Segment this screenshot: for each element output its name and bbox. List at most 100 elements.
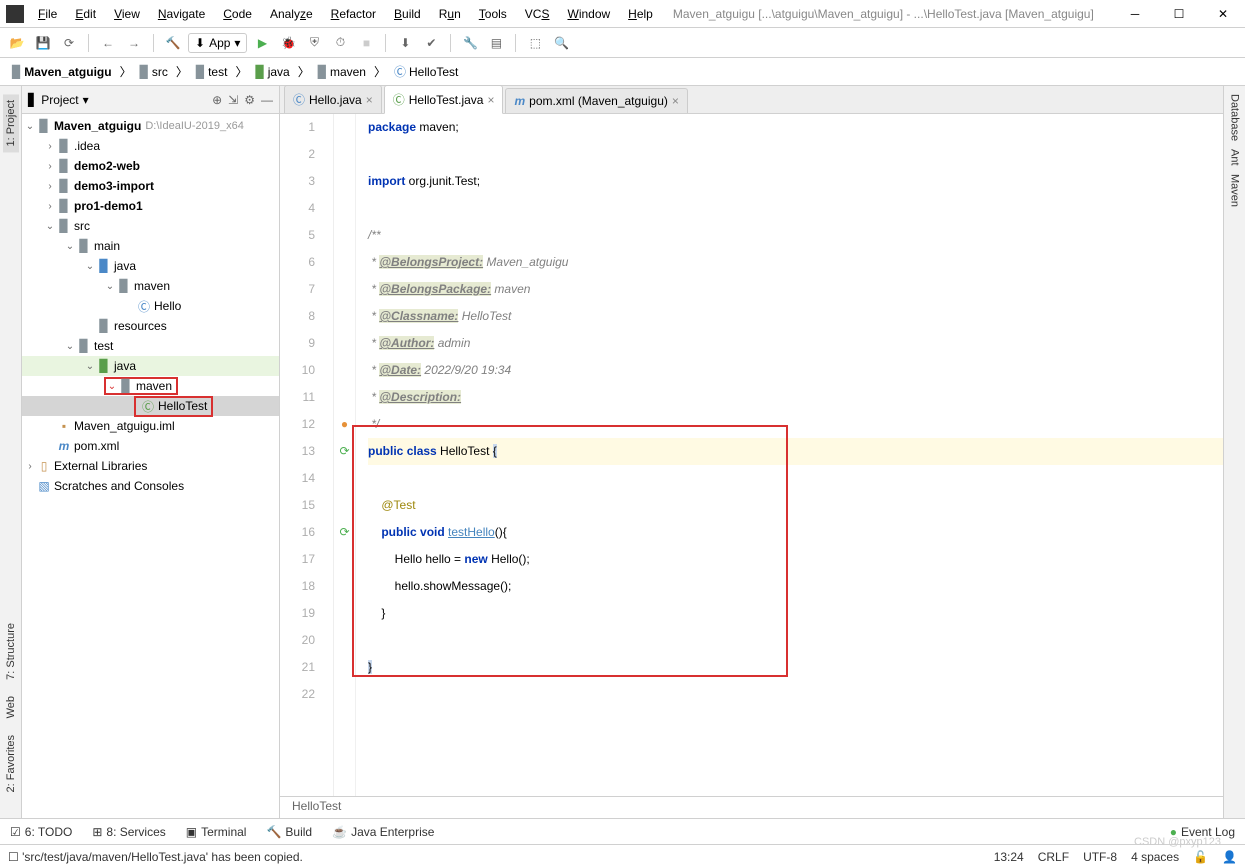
tree-test-java[interactable]: ⌄▉java bbox=[22, 356, 279, 376]
tree-pro1[interactable]: ›▉pro1-demo1 bbox=[22, 196, 279, 216]
debug-icon[interactable]: 🐞 bbox=[277, 32, 299, 54]
settings-icon[interactable]: 🔧 bbox=[459, 32, 481, 54]
sidetab-ant[interactable]: Ant bbox=[1229, 149, 1241, 166]
status-eol[interactable]: CRLF bbox=[1038, 850, 1069, 864]
tree-hellotest[interactable]: ⒸHelloTest bbox=[22, 396, 279, 416]
right-tool-strip: Database Ant Maven bbox=[1223, 86, 1245, 818]
sidetab-database[interactable]: Database bbox=[1229, 94, 1241, 141]
tree-pom[interactable]: mpom.xml bbox=[22, 436, 279, 456]
tree-test-maven[interactable]: ⌄▉maven bbox=[22, 376, 279, 396]
tree-main-maven[interactable]: ⌄▉maven bbox=[22, 276, 279, 296]
bottom-tool-bar: ☑ 6: TODO ⊞ 8: Services ▣ Terminal 🔨 Bui… bbox=[0, 818, 1245, 844]
close-icon[interactable]: × bbox=[487, 93, 494, 107]
tree-demo2[interactable]: ›▉demo2-web bbox=[22, 156, 279, 176]
status-position[interactable]: 13:24 bbox=[994, 850, 1024, 864]
refresh-icon[interactable]: ⟳ bbox=[58, 32, 80, 54]
status-indent[interactable]: 4 spaces bbox=[1131, 850, 1179, 864]
sidetab-maven[interactable]: Maven bbox=[1229, 174, 1241, 207]
menu-build[interactable]: Build bbox=[386, 3, 429, 25]
menu-edit[interactable]: Edit bbox=[67, 3, 104, 25]
coverage-icon[interactable]: ⛨ bbox=[303, 32, 325, 54]
status-lock-icon[interactable]: 🔓 bbox=[1193, 850, 1208, 864]
left-tool-strip: 1: Project 7: Structure Web 2: Favorites bbox=[0, 86, 22, 818]
tab-hellotest[interactable]: ⒸHelloTest.java× bbox=[384, 85, 504, 114]
tree-iml[interactable]: ▪Maven_atguigu.iml bbox=[22, 416, 279, 436]
code-content[interactable]: package maven; import org.junit.Test; /*… bbox=[356, 114, 1223, 796]
close-icon[interactable]: × bbox=[366, 93, 373, 107]
sidetab-web[interactable]: Web bbox=[5, 696, 17, 718]
expand-icon[interactable]: ⇲ bbox=[228, 93, 238, 107]
tree-resources[interactable]: ▉resources bbox=[22, 316, 279, 336]
layout-icon[interactable]: ⬚ bbox=[524, 32, 546, 54]
open-icon[interactable]: 📂 bbox=[6, 32, 28, 54]
minimize-button[interactable]: ─ bbox=[1113, 0, 1157, 28]
tree-scratches[interactable]: ▧Scratches and Consoles bbox=[22, 476, 279, 496]
menu-vcs[interactable]: VCS bbox=[517, 3, 558, 25]
gear-icon[interactable]: ⚙ bbox=[244, 93, 255, 107]
menu-window[interactable]: Window bbox=[559, 3, 618, 25]
tool-build[interactable]: 🔨 Build bbox=[266, 825, 312, 839]
tool-todo[interactable]: ☑ 6: TODO bbox=[10, 825, 72, 839]
tool-services[interactable]: ⊞ 8: Services bbox=[92, 825, 165, 839]
menu-view[interactable]: View bbox=[106, 3, 148, 25]
main-menu: FFileile Edit View Navigate Code Analyze… bbox=[30, 3, 661, 25]
breadcrumb-src[interactable]: ▉src bbox=[136, 63, 172, 81]
status-message: 'src/test/java/maven/HelloTest.java' has… bbox=[22, 850, 303, 864]
status-inspect-icon[interactable]: 👤 bbox=[1222, 850, 1237, 864]
forward-icon[interactable]: → bbox=[123, 32, 145, 54]
window-title: Maven_atguigu [...\atguigu\Maven_atguigu… bbox=[673, 7, 1094, 21]
menu-file[interactable]: FFileile bbox=[30, 3, 65, 25]
stop-icon[interactable]: ■ bbox=[355, 32, 377, 54]
tree-src[interactable]: ⌄▉src bbox=[22, 216, 279, 236]
menu-refactor[interactable]: Refactor bbox=[323, 3, 384, 25]
commit-icon[interactable]: ✔ bbox=[420, 32, 442, 54]
editor: ⒸHello.java× ⒸHelloTest.java× mpom.xml (… bbox=[280, 86, 1223, 818]
menu-tools[interactable]: Tools bbox=[471, 3, 515, 25]
tree-extlib[interactable]: ›▯External Libraries bbox=[22, 456, 279, 476]
sidetab-structure[interactable]: 7: Structure bbox=[5, 623, 17, 680]
menu-help[interactable]: Help bbox=[620, 3, 661, 25]
breadcrumb-hellotest[interactable]: ⒸHelloTest bbox=[390, 61, 462, 82]
tool-terminal[interactable]: ▣ Terminal bbox=[186, 825, 247, 839]
target-icon[interactable]: ⊕ bbox=[212, 93, 222, 107]
close-button[interactable]: ✕ bbox=[1201, 0, 1245, 28]
editor-breadcrumb: HelloTest bbox=[280, 796, 1223, 818]
tab-hello[interactable]: ⒸHello.java× bbox=[284, 85, 382, 113]
toolbar: 📂 💾 ⟳ ← → 🔨 ⬇App▾ ▶ 🐞 ⛨ ⏱ ■ ⬇ ✔ 🔧 ▤ ⬚ 🔍 bbox=[0, 28, 1245, 58]
gutter: 12345678910111213141516171819202122 bbox=[280, 114, 334, 796]
breadcrumb-test[interactable]: ▉test bbox=[192, 63, 232, 81]
run-icon[interactable]: ▶ bbox=[251, 32, 273, 54]
menu-run[interactable]: Run bbox=[431, 3, 469, 25]
menu-navigate[interactable]: Navigate bbox=[150, 3, 213, 25]
sidetab-favorites[interactable]: 2: Favorites bbox=[5, 735, 17, 792]
hide-icon[interactable]: — bbox=[261, 93, 273, 107]
status-encoding[interactable]: UTF-8 bbox=[1083, 850, 1117, 864]
tab-pom[interactable]: mpom.xml (Maven_atguigu)× bbox=[505, 88, 687, 113]
save-icon[interactable]: 💾 bbox=[32, 32, 54, 54]
menu-analyze[interactable]: Analyze bbox=[262, 3, 321, 25]
update-icon[interactable]: ⬇ bbox=[394, 32, 416, 54]
maximize-button[interactable]: ☐ bbox=[1157, 0, 1201, 28]
tree-hello[interactable]: ⒸHello bbox=[22, 296, 279, 316]
tree-demo3[interactable]: ›▉demo3-import bbox=[22, 176, 279, 196]
tree-root[interactable]: ⌄▉Maven_atguiguD:\IdeaIU-2019_x64 bbox=[22, 116, 279, 136]
profile-icon[interactable]: ⏱ bbox=[329, 32, 351, 54]
menu-code[interactable]: Code bbox=[215, 3, 260, 25]
tree-main-java[interactable]: ⌄▉java bbox=[22, 256, 279, 276]
code-area[interactable]: 12345678910111213141516171819202122 ●⟳⟳ … bbox=[280, 114, 1223, 796]
run-config-selector[interactable]: ⬇App▾ bbox=[188, 33, 247, 53]
close-icon[interactable]: × bbox=[672, 94, 679, 108]
tree-idea[interactable]: ›▉.idea bbox=[22, 136, 279, 156]
breadcrumb-java[interactable]: ▉java bbox=[251, 63, 293, 81]
tree-main[interactable]: ⌄▉main bbox=[22, 236, 279, 256]
project-panel: ▋Project▾ ⊕ ⇲ ⚙ — ⌄▉Maven_atguiguD:\Idea… bbox=[22, 86, 280, 818]
tool-jent[interactable]: ☕ Java Enterprise bbox=[332, 825, 434, 839]
tree-test[interactable]: ⌄▉test bbox=[22, 336, 279, 356]
breadcrumb-maven[interactable]: ▉maven bbox=[314, 63, 370, 81]
breadcrumb-root[interactable]: ▉Maven_atguigu bbox=[8, 63, 116, 81]
structure-icon[interactable]: ▤ bbox=[485, 32, 507, 54]
build-icon[interactable]: 🔨 bbox=[162, 32, 184, 54]
search-icon[interactable]: 🔍 bbox=[550, 32, 572, 54]
back-icon[interactable]: ← bbox=[97, 32, 119, 54]
sidetab-project[interactable]: 1: Project bbox=[3, 94, 19, 152]
